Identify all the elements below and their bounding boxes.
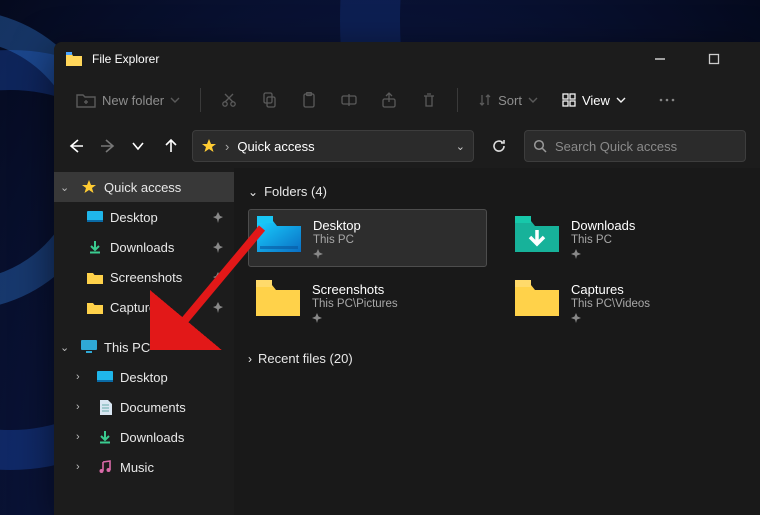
navigation-pane[interactable]: ⌄ Quick access Desktop Downloads Screens… — [54, 168, 234, 515]
forward-button[interactable] — [100, 139, 118, 153]
paste-icon — [301, 92, 317, 108]
paste-button[interactable] — [293, 83, 325, 117]
chevron-right-icon: › — [248, 352, 252, 366]
star-icon — [80, 179, 98, 195]
content-pane: ⌄ Folders (4) Desktop This PC — [234, 168, 760, 515]
window-title: File Explorer — [92, 52, 654, 66]
app-icon — [66, 52, 82, 66]
sidebar-item-music[interactable]: › Music — [54, 452, 234, 482]
desktop-icon — [96, 371, 114, 384]
chevron-down-icon[interactable]: ⌄ — [60, 181, 74, 194]
folder-icon — [515, 280, 559, 324]
chevron-right-icon[interactable]: › — [76, 461, 90, 473]
copy-icon — [261, 92, 277, 108]
titlebar: File Explorer — [54, 42, 760, 76]
chevron-down-icon[interactable]: ⌄ — [60, 341, 74, 354]
minimize-button[interactable] — [654, 53, 694, 65]
search-input[interactable] — [555, 139, 737, 154]
pin-icon — [313, 249, 361, 259]
chevron-down-icon — [616, 95, 626, 105]
nav-row: › Quick access ⌄ — [54, 124, 760, 168]
address-bar[interactable]: › Quick access ⌄ — [192, 130, 474, 162]
recent-locations-button[interactable] — [132, 140, 150, 152]
maximize-button[interactable] — [708, 53, 748, 65]
star-icon — [201, 138, 217, 154]
rename-icon — [341, 92, 357, 108]
trash-icon — [421, 92, 437, 108]
folder-card-captures[interactable]: Captures This PC\Videos — [507, 273, 746, 331]
chevron-down-icon — [170, 95, 180, 105]
view-button[interactable]: View — [554, 83, 634, 117]
desktop-folder-icon — [257, 216, 301, 260]
pin-icon — [213, 302, 224, 313]
delete-button[interactable] — [413, 83, 445, 117]
share-button[interactable] — [373, 83, 405, 117]
folder-card-screenshots[interactable]: Screenshots This PC\Pictures — [248, 273, 487, 331]
new-folder-button[interactable]: New folder — [68, 83, 188, 117]
pin-icon — [571, 313, 650, 323]
sidebar-quick-access[interactable]: ⌄ Quick access — [54, 172, 234, 202]
music-icon — [96, 460, 114, 474]
sidebar-item-downloads-pc[interactable]: › Downloads — [54, 422, 234, 452]
sidebar-item-screenshots[interactable]: Screenshots — [54, 262, 234, 292]
sort-icon — [478, 93, 492, 107]
file-explorer-window: File Explorer New folder Sort View — [54, 42, 760, 515]
cut-icon — [221, 92, 237, 108]
folder-plus-icon — [76, 92, 96, 108]
sidebar-item-desktop-pc[interactable]: › Desktop — [54, 362, 234, 392]
search-icon — [533, 139, 547, 153]
folder-card-downloads[interactable]: Downloads This PC — [507, 209, 746, 267]
pin-icon — [213, 212, 224, 223]
sidebar-this-pc[interactable]: ⌄ This PC — [54, 332, 234, 362]
recent-files-section-header[interactable]: › Recent files (20) — [248, 351, 746, 366]
documents-icon — [96, 400, 114, 415]
chevron-down-icon: ⌄ — [248, 185, 258, 199]
chevron-down-icon[interactable]: ⌄ — [456, 140, 465, 153]
cut-button[interactable] — [213, 83, 245, 117]
refresh-button[interactable] — [484, 130, 514, 162]
pin-icon — [571, 249, 635, 259]
pin-icon — [213, 242, 224, 253]
sidebar-item-desktop[interactable]: Desktop — [54, 202, 234, 232]
sidebar-item-captures[interactable]: Captures — [54, 292, 234, 322]
downloads-icon — [96, 430, 114, 444]
share-icon — [381, 92, 397, 108]
sort-button[interactable]: Sort — [470, 83, 546, 117]
sidebar-item-documents[interactable]: › Documents — [54, 392, 234, 422]
view-icon — [562, 93, 576, 107]
rename-button[interactable] — [333, 83, 365, 117]
chevron-right-icon[interactable]: › — [76, 371, 90, 383]
monitor-icon — [80, 340, 98, 354]
ellipsis-icon — [658, 93, 676, 107]
up-button[interactable] — [164, 138, 182, 154]
folder-card-desktop[interactable]: Desktop This PC — [248, 209, 487, 267]
folder-icon — [256, 280, 300, 324]
desktop-icon — [86, 211, 104, 224]
more-button[interactable] — [650, 83, 684, 117]
chevron-down-icon — [528, 95, 538, 105]
sidebar-item-downloads[interactable]: Downloads — [54, 232, 234, 262]
pin-icon — [312, 313, 398, 323]
downloads-folder-icon — [515, 216, 559, 260]
folder-icon — [86, 271, 104, 284]
folder-icon — [86, 301, 104, 314]
chevron-right-icon[interactable]: › — [76, 401, 90, 413]
address-path: Quick access — [237, 139, 314, 154]
downloads-icon — [86, 240, 104, 254]
search-box[interactable] — [524, 130, 746, 162]
chevron-right-icon[interactable]: › — [76, 431, 90, 443]
copy-button[interactable] — [253, 83, 285, 117]
back-button[interactable] — [68, 139, 86, 153]
toolbar: New folder Sort View — [54, 76, 760, 124]
folders-section-header[interactable]: ⌄ Folders (4) — [248, 184, 746, 199]
pin-icon — [213, 272, 224, 283]
